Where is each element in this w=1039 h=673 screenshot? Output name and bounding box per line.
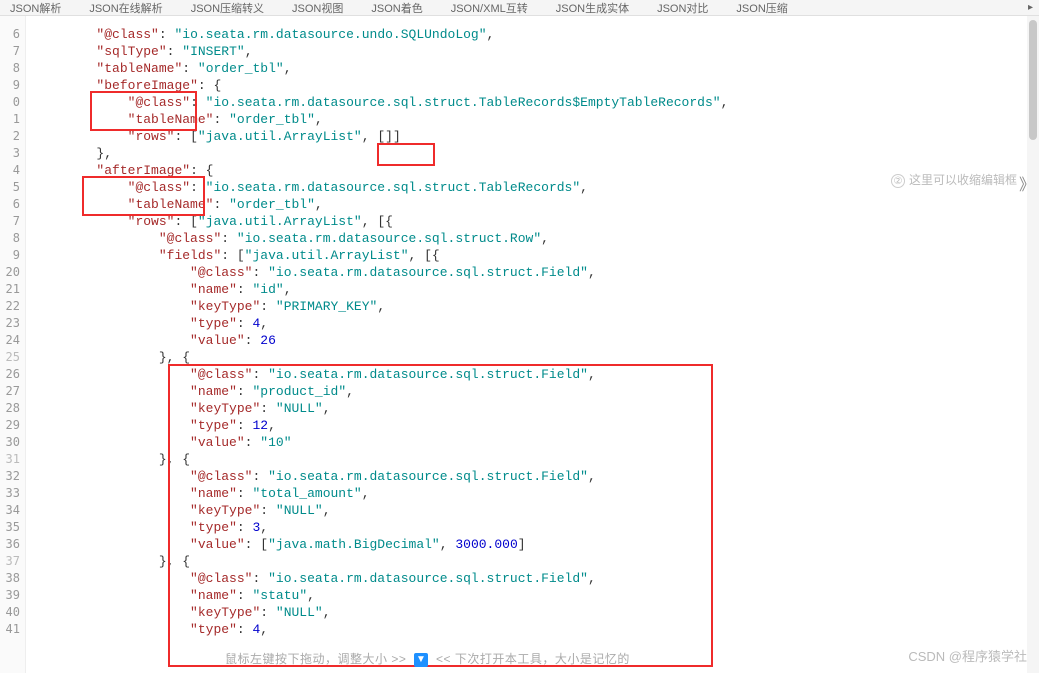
line-number: 26 xyxy=(0,366,25,383)
code-line: "type": 3, xyxy=(34,520,268,535)
line-number: 9 xyxy=(0,77,25,94)
code-line: "@class": "io.seata.rm.datasource.sql.st… xyxy=(34,180,588,195)
code-line: "tableName": "order_tbl", xyxy=(34,197,323,212)
line-number: 8 xyxy=(0,230,25,247)
tab-json-view[interactable]: JSON视图 xyxy=(292,0,343,16)
code-line: "@class": "io.seata.rm.datasource.sql.st… xyxy=(34,265,596,280)
line-number: 35 xyxy=(0,519,25,536)
line-number: 38 xyxy=(0,570,25,587)
tab-json-parse[interactable]: JSON解析 xyxy=(10,0,61,16)
line-number: 36 xyxy=(0,536,25,553)
line-number: 0 xyxy=(0,94,25,111)
line-number: 6 xyxy=(0,26,25,43)
csdn-watermark: CSDN @程序猿学社 xyxy=(908,646,1027,665)
line-number: 7 xyxy=(0,43,25,60)
line-number: 3 xyxy=(0,145,25,162)
line-number: 2 xyxy=(0,128,25,145)
scrollbar-thumb[interactable] xyxy=(1029,20,1037,140)
line-number: 22 xyxy=(0,298,25,315)
code-line: "@class": "io.seata.rm.datasource.undo.S… xyxy=(34,27,494,42)
resize-hint: 鼠标左键按下拖动，调整大小 >> ▼ << 下次打开本工具，大小是记忆的 xyxy=(225,650,630,667)
code-line: }, xyxy=(34,146,112,161)
line-number[interactable]: 25 xyxy=(0,349,25,366)
tab-json-online[interactable]: JSON在线解析 xyxy=(89,0,162,16)
code-line: "@class": "io.seata.rm.datasource.sql.st… xyxy=(34,469,596,484)
code-line: }, { xyxy=(34,452,190,467)
tab-json-min[interactable]: JSON压缩 xyxy=(736,0,787,16)
line-number: 33 xyxy=(0,485,25,502)
code-line: "keyType": "NULL", xyxy=(34,401,331,416)
collapse-hint: ②这里可以收缩编辑框 xyxy=(891,171,1017,188)
tab-json-diff[interactable]: JSON对比 xyxy=(657,0,708,16)
line-number: 23 xyxy=(0,315,25,332)
tab-json-compress[interactable]: JSON压缩转义 xyxy=(191,0,264,16)
code-line: "tableName": "order_tbl", xyxy=(34,61,292,76)
code-line: }, { xyxy=(34,554,190,569)
code-line: "beforeImage": { xyxy=(34,78,221,93)
vertical-scrollbar[interactable] xyxy=(1027,16,1039,673)
chevron-right-icon[interactable]: ▸ xyxy=(1028,2,1033,13)
line-number: 20 xyxy=(0,264,25,281)
code-line: "value": 26 xyxy=(34,333,276,348)
line-number: 40 xyxy=(0,604,25,621)
line-number: 30 xyxy=(0,434,25,451)
line-number: 39 xyxy=(0,587,25,604)
line-number: 8 xyxy=(0,60,25,77)
code-line: "name": "product_id", xyxy=(34,384,354,399)
line-number: 9 xyxy=(0,247,25,264)
code-line: "type": 4, xyxy=(34,622,268,637)
line-number[interactable]: 31 xyxy=(0,451,25,468)
line-number: 1 xyxy=(0,111,25,128)
code-line: "@class": "io.seata.rm.datasource.sql.st… xyxy=(34,231,549,246)
code-line: "keyType": "NULL", xyxy=(34,503,331,518)
resize-handle-icon[interactable]: ▼ xyxy=(414,653,428,667)
code-line: "tableName": "order_tbl", xyxy=(34,112,323,127)
step-2-icon: ② xyxy=(891,174,905,188)
code-line: "name": "total_amount", xyxy=(34,486,370,501)
code-line: "name": "id", xyxy=(34,282,292,297)
code-line: "rows": ["java.util.ArrayList", [{ xyxy=(34,214,393,229)
line-number: 7 xyxy=(0,213,25,230)
line-number: 41 xyxy=(0,621,25,638)
line-number: 32 xyxy=(0,468,25,485)
code-line: "rows": ["java.util.ArrayList", []] xyxy=(34,129,401,144)
code-line: "@class": "io.seata.rm.datasource.sql.st… xyxy=(34,95,728,110)
code-line: "keyType": "PRIMARY_KEY", xyxy=(34,299,385,314)
line-number: 29 xyxy=(0,417,25,434)
line-gutter: 6 7 8 9 0 1 2 3 4 5 6 7 8 9 20 21 22 23 … xyxy=(0,16,26,673)
code-line: "name": "statu", xyxy=(34,588,315,603)
tab-json-color[interactable]: JSON着色 xyxy=(371,0,422,16)
code-line: "@class": "io.seata.rm.datasource.sql.st… xyxy=(34,571,596,586)
top-tabs-bar: JSON解析 JSON在线解析 JSON压缩转义 JSON视图 JSON着色 J… xyxy=(0,0,1039,16)
tab-json-entity[interactable]: JSON生成实体 xyxy=(556,0,629,16)
code-line: "sqlType": "INSERT", xyxy=(34,44,253,59)
code-line: "value": "10" xyxy=(34,435,292,450)
code-line: "keyType": "NULL", xyxy=(34,605,331,620)
line-number: 6 xyxy=(0,196,25,213)
line-number: 5 xyxy=(0,179,25,196)
line-number: 24 xyxy=(0,332,25,349)
code-line: "@class": "io.seata.rm.datasource.sql.st… xyxy=(34,367,596,382)
code-line: "value": ["java.math.BigDecimal", 3000.0… xyxy=(34,537,526,552)
line-number: 28 xyxy=(0,400,25,417)
line-number: 34 xyxy=(0,502,25,519)
line-number: 4 xyxy=(0,162,25,179)
code-line: "afterImage": { xyxy=(34,163,213,178)
code-line: }, { xyxy=(34,350,190,365)
tab-json-xml[interactable]: JSON/XML互转 xyxy=(451,0,528,16)
line-number: 21 xyxy=(0,281,25,298)
code-line: "fields": ["java.util.ArrayList", [{ xyxy=(34,248,440,263)
code-line: "type": 12, xyxy=(34,418,276,433)
line-number: 27 xyxy=(0,383,25,400)
editor-area: 6 7 8 9 0 1 2 3 4 5 6 7 8 9 20 21 22 23 … xyxy=(0,16,1039,673)
line-number[interactable]: 37 xyxy=(0,553,25,570)
code-editor[interactable]: "@class": "io.seata.rm.datasource.undo.S… xyxy=(26,16,1039,673)
code-line: "type": 4, xyxy=(34,316,268,331)
